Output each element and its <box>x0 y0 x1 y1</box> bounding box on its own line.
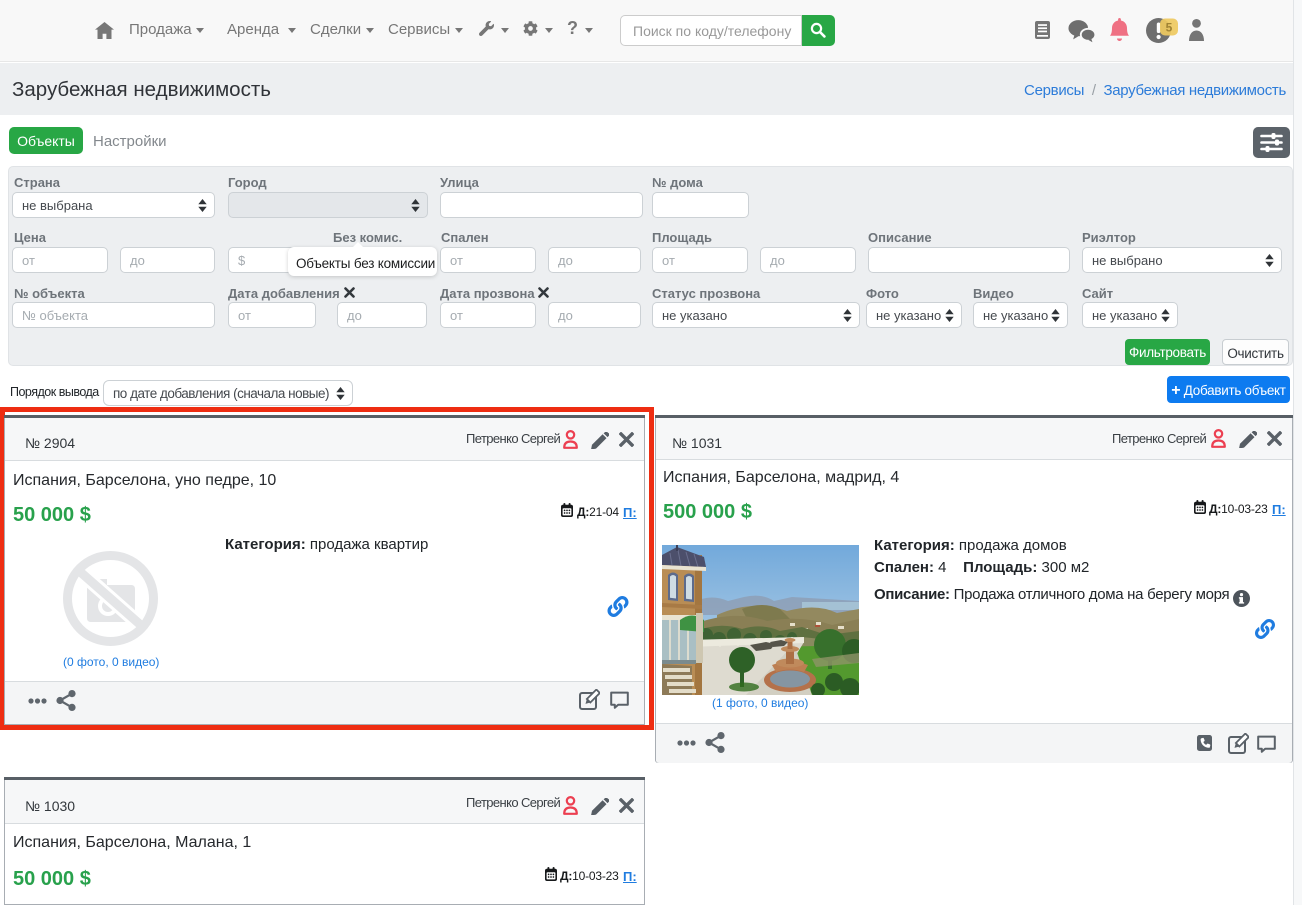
svg-text:5: 5 <box>1166 21 1173 35</box>
